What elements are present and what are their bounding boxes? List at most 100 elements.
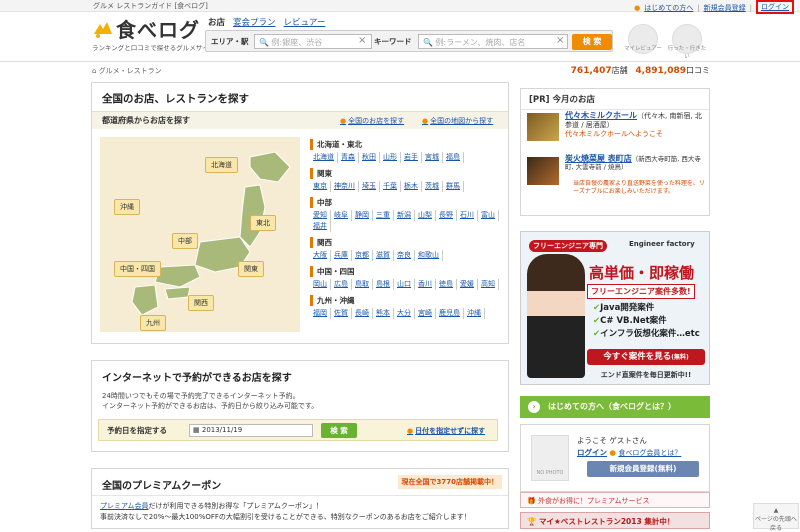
- pref-link[interactable]: 岩手: [401, 152, 422, 163]
- pref-link[interactable]: 高知: [478, 279, 499, 290]
- search-button[interactable]: 検 索: [572, 34, 612, 50]
- clear-icon[interactable]: ×: [556, 35, 564, 46]
- map-region-kanto[interactable]: 関東: [238, 261, 264, 277]
- pref-link[interactable]: 奈良: [394, 250, 415, 261]
- pref-link[interactable]: 青森: [338, 152, 359, 163]
- reservation-date-input[interactable]: ▦ 2013/11/19: [189, 424, 313, 437]
- keyword-input[interactable]: 🔍 例:ラーメン、焼肉、店名: [418, 34, 568, 49]
- page-top-button[interactable]: ▲ ページの先頭へ戻る: [753, 503, 799, 532]
- map-region-hokkaido[interactable]: 北海道: [205, 157, 238, 173]
- pref-link[interactable]: 長野: [436, 210, 457, 221]
- search-form: エリア・駅 🔍 例:銀座、渋谷 × キーワード 🔍 例:ラーメン、焼肉、店名 ×…: [205, 30, 613, 52]
- pref-link[interactable]: 大阪: [310, 250, 331, 261]
- top-bar: グルメ レストランガイド [食べログ] ● はじめての方へ | 新規会員登録 |…: [0, 0, 800, 14]
- pref-link[interactable]: 静岡: [352, 210, 373, 221]
- map-region-chugoku-shikoku[interactable]: 中国・四国: [114, 261, 161, 277]
- pref-link[interactable]: 新潟: [394, 210, 415, 221]
- pr-shop-name[interactable]: 代々木ミルクホール: [565, 111, 637, 120]
- pref-link[interactable]: 山梨: [415, 210, 436, 221]
- tab-reviewer[interactable]: レビュアー: [284, 16, 326, 28]
- pref-link[interactable]: 熊本: [373, 308, 394, 319]
- pref-link[interactable]: 長崎: [352, 308, 373, 319]
- coupon-count-badge: 現在全国で3770店舗掲載中！: [397, 475, 502, 489]
- pref-link[interactable]: 岡山: [310, 279, 331, 290]
- pref-link[interactable]: 徳島: [436, 279, 457, 290]
- map-region-kyushu[interactable]: 九州: [140, 315, 166, 331]
- tab-shops[interactable]: お店: [208, 16, 225, 28]
- pref-link[interactable]: 茨城: [422, 181, 443, 192]
- pref-link[interactable]: 愛知: [310, 210, 331, 221]
- pref-link[interactable]: 滋賀: [373, 250, 394, 261]
- map-region-kansai[interactable]: 関西: [188, 295, 214, 311]
- register-link[interactable]: 新規会員登録: [704, 3, 746, 13]
- pref-link[interactable]: 福島: [443, 152, 464, 163]
- pref-link[interactable]: 石川: [457, 210, 478, 221]
- logo-text[interactable]: 食べログ: [116, 14, 200, 43]
- map-region-tohoku[interactable]: 東北: [250, 215, 276, 231]
- pref-link[interactable]: 東京: [310, 181, 331, 192]
- pref-link[interactable]: 広島: [331, 279, 352, 290]
- calendar-icon[interactable]: ▦: [193, 426, 200, 434]
- arrow-up-icon: ▲: [773, 507, 779, 514]
- pref-link[interactable]: 山形: [380, 152, 401, 163]
- intro-link-bar[interactable]: › はじめての方へ（食べログとは？）: [520, 396, 710, 418]
- map-region-chubu[interactable]: 中部: [172, 233, 198, 249]
- home-icon[interactable]: ⌂: [92, 67, 96, 75]
- member-info-link[interactable]: 食べログ会員とは？: [618, 449, 681, 457]
- pref-link[interactable]: 鳥取: [352, 279, 373, 290]
- pref-link[interactable]: 福岡: [310, 308, 331, 319]
- pref-link[interactable]: 栃木: [401, 181, 422, 192]
- pref-link[interactable]: 島根: [373, 279, 394, 290]
- site-tagline: グルメ レストランガイド [食べログ]: [93, 2, 208, 10]
- premium-service-link[interactable]: 🎁 外食がお得に！プレミアムサービス: [520, 492, 710, 508]
- magnifier-icon: 🔍: [259, 38, 269, 47]
- pref-link[interactable]: 富山: [478, 210, 499, 221]
- first-time-link[interactable]: はじめての方へ: [644, 3, 693, 13]
- my-reviewer-label[interactable]: マイレビュアー: [623, 44, 663, 52]
- premium-member-link[interactable]: プレミアム会員: [100, 502, 149, 510]
- area-label: エリア・駅: [211, 37, 249, 46]
- japan-map[interactable]: 北海道 東北 沖縄 中部 関東 中国・四国 関西 九州: [100, 137, 300, 332]
- saved-label[interactable]: 行った・行きたい: [667, 44, 707, 60]
- ad-cta-button[interactable]: 今すぐ案件を見る(無料): [587, 349, 705, 365]
- user-login-link[interactable]: ログイン: [577, 448, 607, 457]
- reservation-search-button[interactable]: 検 索: [321, 423, 357, 438]
- pref-link[interactable]: 山口: [394, 279, 415, 290]
- japan-map-link[interactable]: 全国の地図から探す: [422, 116, 493, 126]
- advertisement-banner[interactable]: フリーエンジニア専門 Engineer factory 高単価・即稼働 フリーエ…: [520, 231, 710, 385]
- pref-link[interactable]: 佐賀: [331, 308, 352, 319]
- logo-icon[interactable]: [92, 20, 114, 40]
- pref-link[interactable]: 福井: [310, 221, 331, 232]
- pref-link[interactable]: 宮崎: [415, 308, 436, 319]
- pref-link[interactable]: 北海道: [310, 152, 338, 163]
- best-restaurant-banner[interactable]: 🏆 マイ★ベストレストラン2013 集計中！: [520, 512, 710, 529]
- pr-thumb[interactable]: [527, 157, 559, 185]
- pref-link[interactable]: 神奈川: [331, 181, 359, 192]
- no-date-link[interactable]: 日付を指定せずに探す: [407, 426, 485, 436]
- pref-link[interactable]: 宮城: [422, 152, 443, 163]
- pref-link[interactable]: 岐阜: [331, 210, 352, 221]
- pref-link[interactable]: 沖縄: [464, 308, 485, 319]
- pref-link[interactable]: 京都: [352, 250, 373, 261]
- pref-link[interactable]: 愛媛: [457, 279, 478, 290]
- pref-link[interactable]: 和歌山: [415, 250, 443, 261]
- pr-thumb[interactable]: [527, 113, 559, 141]
- map-region-okinawa[interactable]: 沖縄: [114, 199, 140, 215]
- pref-link[interactable]: 秋田: [359, 152, 380, 163]
- pref-link[interactable]: 兵庫: [331, 250, 352, 261]
- pref-link[interactable]: 大分: [394, 308, 415, 319]
- register-button[interactable]: 新規会員登録(無料): [587, 461, 699, 477]
- pref-link[interactable]: 埼玉: [359, 181, 380, 192]
- tab-party-plan[interactable]: 宴会プラン: [233, 16, 276, 28]
- pr-item[interactable]: 代々木ミルクホール（代々木, 南新宿, 北参道 / 居酒屋） 代々木ミルクホール…: [527, 111, 705, 159]
- all-shops-link[interactable]: 全国のお店を探す: [340, 116, 404, 126]
- pref-link[interactable]: 香川: [415, 279, 436, 290]
- pref-link[interactable]: 千葉: [380, 181, 401, 192]
- clear-icon[interactable]: ×: [358, 35, 366, 46]
- pref-link[interactable]: 群馬: [443, 181, 464, 192]
- pr-shop-name[interactable]: 炭火焼菜屋 表町店: [565, 154, 632, 163]
- pref-link[interactable]: 鹿児島: [436, 308, 464, 319]
- pr-item[interactable]: 炭火焼菜屋 表町店（新西大寺町筋, 西大寺町, 大雲寺前 / 焼鳥） 当店自慢の…: [527, 155, 705, 213]
- pref-link[interactable]: 三重: [373, 210, 394, 221]
- area-input[interactable]: 🔍 例:銀座、渋谷: [254, 34, 372, 49]
